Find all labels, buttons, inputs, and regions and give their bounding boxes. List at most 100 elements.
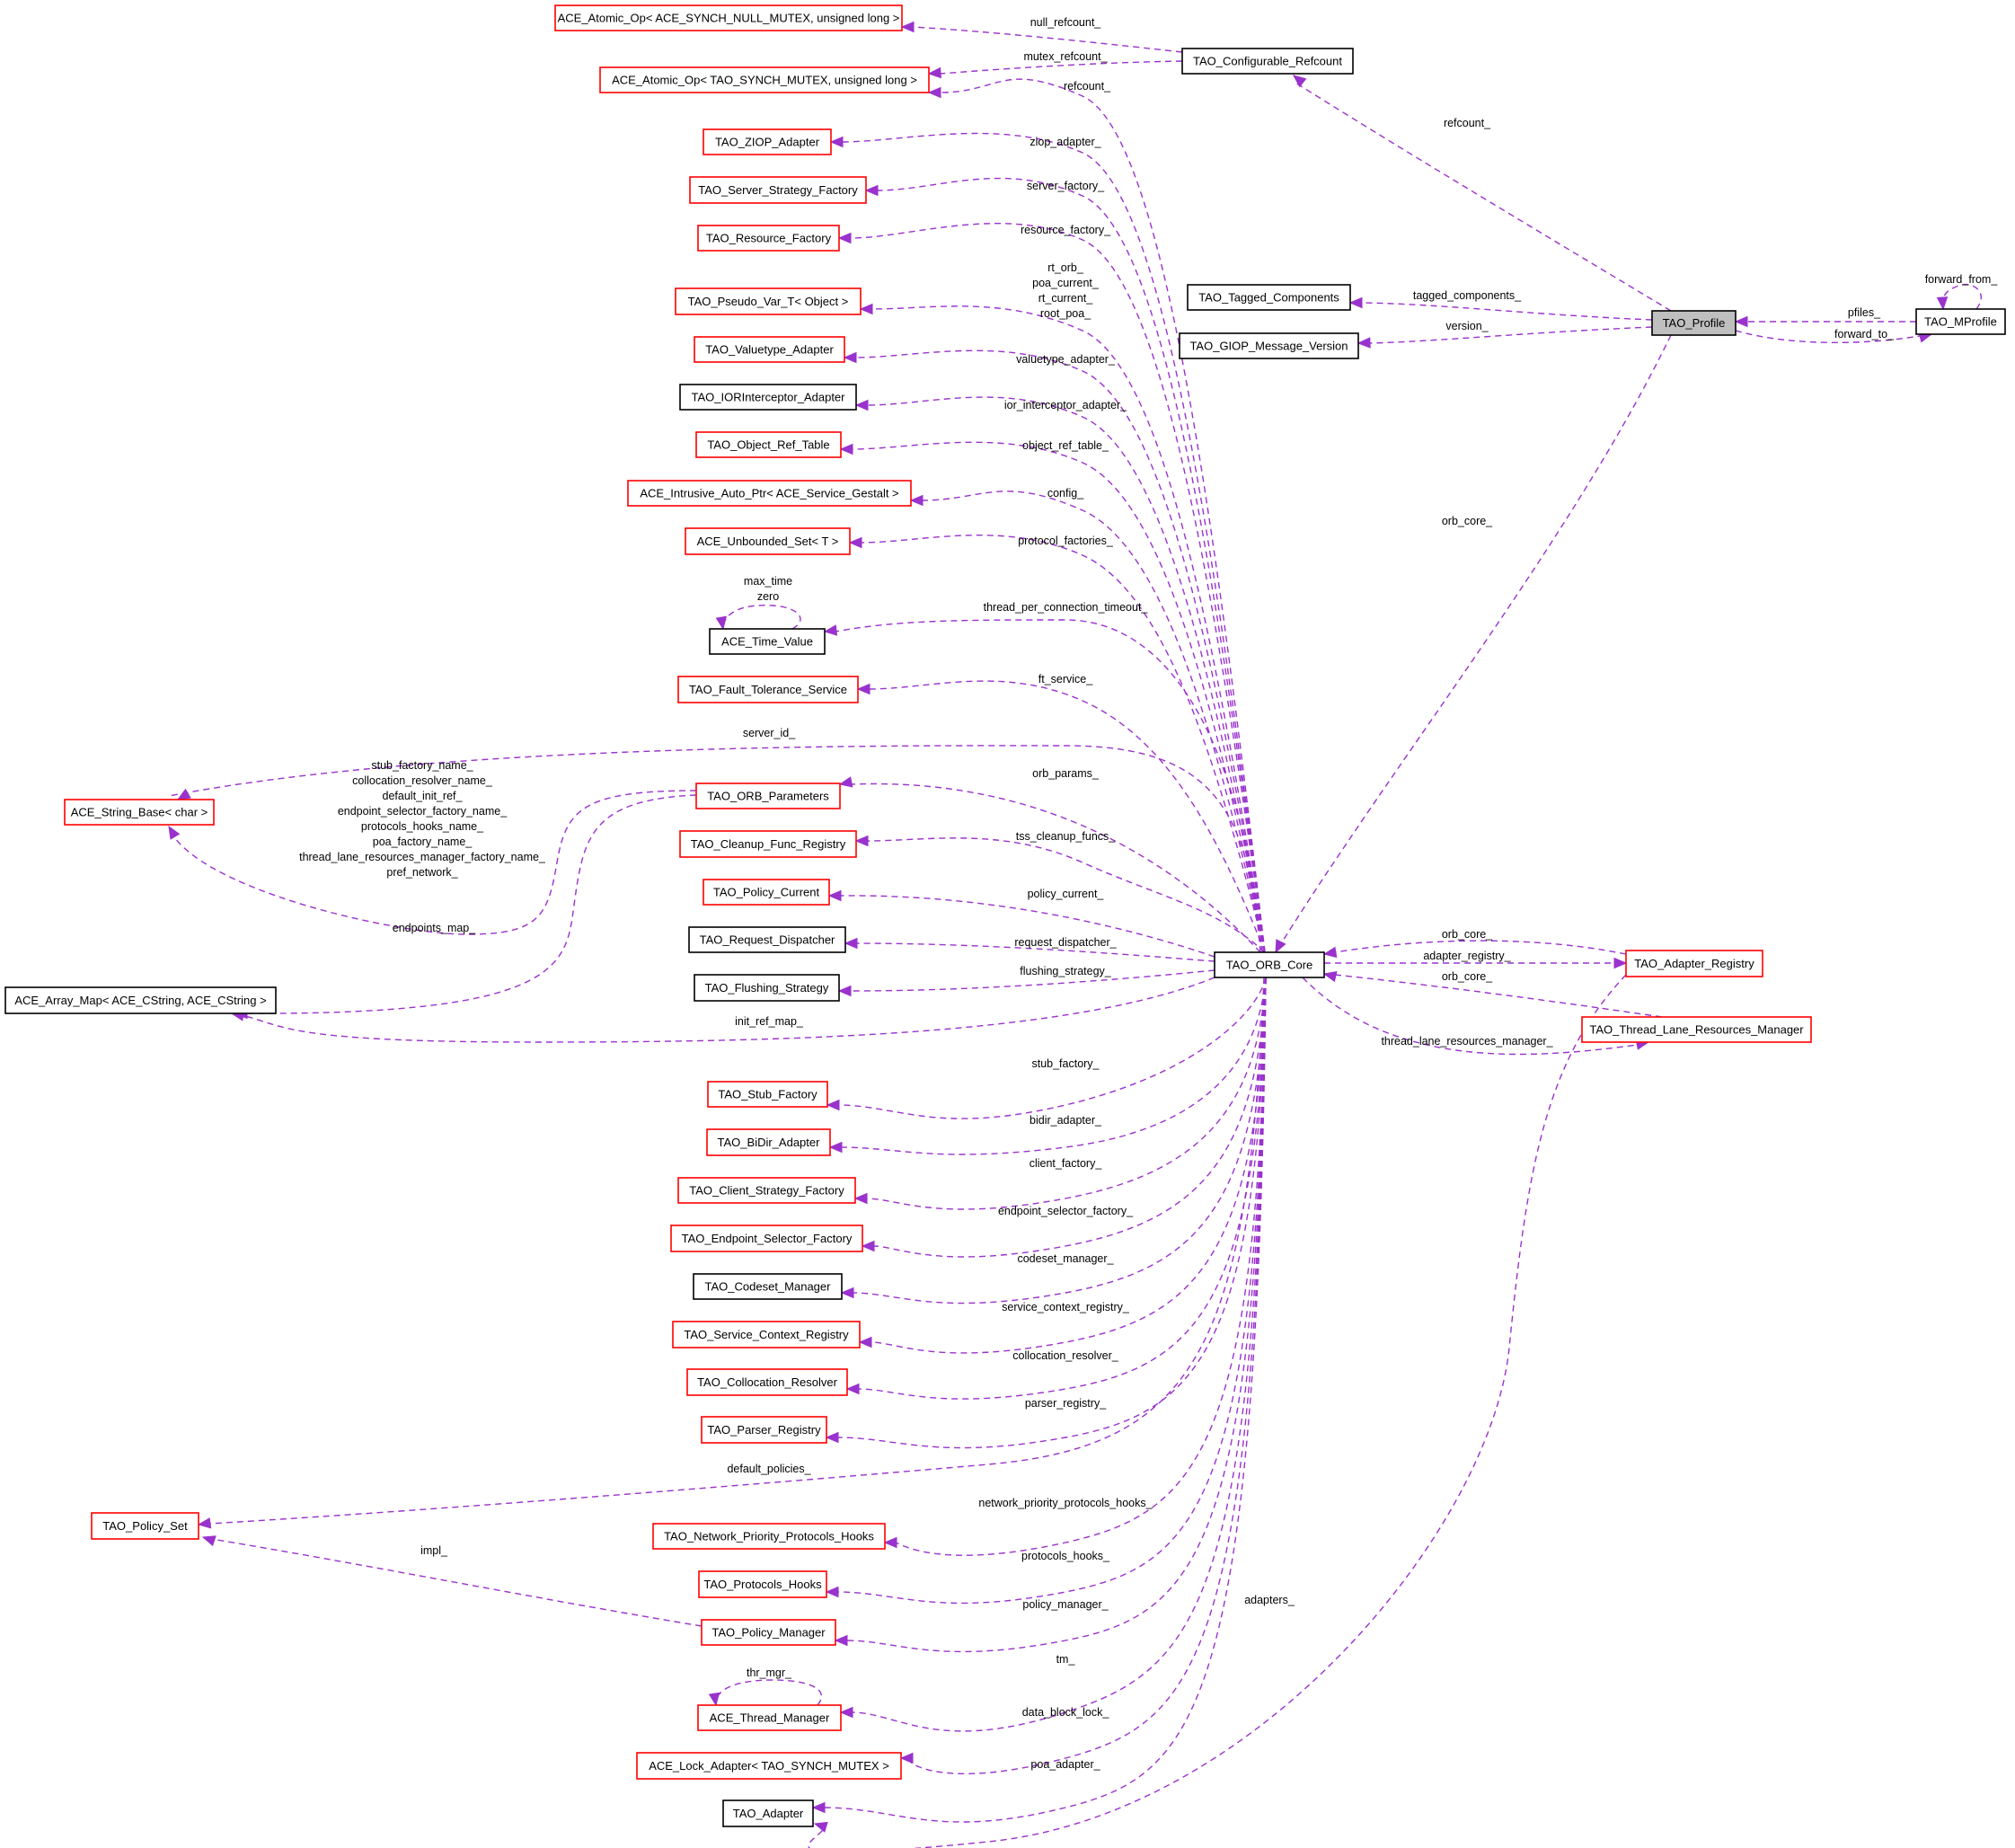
node-object-ref-table[interactable]: TAO_Object_Ref_Table xyxy=(695,431,842,458)
node-adapter-registry[interactable]: TAO_Adapter_Registry xyxy=(1625,950,1763,977)
edge-line xyxy=(722,605,801,630)
edge-label-flushing: flushing_strategy_ xyxy=(1020,965,1112,977)
arrowhead xyxy=(859,303,873,315)
node-intrusive-auto-ptr[interactable]: ACE_Intrusive_Auto_Ptr< ACE_Service_Gest… xyxy=(627,480,912,507)
node-parser-registry[interactable]: TAO_Parser_Registry xyxy=(701,1416,827,1444)
node-adapter[interactable]: TAO_Adapter xyxy=(722,1799,814,1827)
node-label: TAO_Adapter xyxy=(733,1807,804,1820)
arrowhead xyxy=(1936,296,1949,311)
node-bidir-adapter[interactable]: TAO_BiDir_Adapter xyxy=(706,1128,831,1156)
edge-line xyxy=(1735,330,1931,344)
edge-label-string-base: default_init_ref_ xyxy=(383,790,464,802)
arrowhead xyxy=(861,1240,875,1252)
edge-label-orb-params: orb_params_ xyxy=(1032,767,1100,780)
node-network-priority-protocols-hooks[interactable]: TAO_Network_Priority_Protocols_Hooks xyxy=(652,1523,886,1550)
node-policy-manager[interactable]: TAO_Policy_Manager xyxy=(701,1619,836,1646)
edge-label-tlrm: thread_lane_resources_manager_ xyxy=(1381,1035,1553,1048)
node-atomic-null[interactable]: ACE_Atomic_Op< ACE_SYNCH_NULL_MUTEX, uns… xyxy=(554,4,903,31)
arrowhead xyxy=(853,1192,868,1205)
node-label: TAO_Stub_Factory xyxy=(718,1088,817,1101)
node-label: TAO_ORB_Core xyxy=(1226,959,1313,972)
node-array-map[interactable]: ACE_Array_Map< ACE_CString, ACE_CString … xyxy=(4,986,277,1014)
node-thread-lane-resources-manager[interactable]: TAO_Thread_Lane_Resources_Manager xyxy=(1581,1016,1812,1043)
arrowhead xyxy=(811,1801,826,1814)
node-lock-adapter[interactable]: ACE_Lock_Adapter< TAO_SYNCH_MUTEX > xyxy=(636,1752,902,1780)
edge-label-string-base: pref_network_ xyxy=(386,866,458,879)
node-label: TAO_Endpoint_Selector_Factory xyxy=(682,1232,853,1245)
node-cleanup-func-registry[interactable]: TAO_Cleanup_Func_Registry xyxy=(679,830,857,858)
arrowhead xyxy=(927,86,941,99)
arrowhead xyxy=(708,1692,720,1707)
node-pseudo-var[interactable]: TAO_Pseudo_Var_T< Object > xyxy=(675,287,862,315)
node-label: TAO_IORInterceptor_Adapter xyxy=(691,391,845,404)
edge-line xyxy=(865,977,1267,1210)
arrowhead xyxy=(834,1634,848,1647)
node-policy-set[interactable]: TAO_Policy_Set xyxy=(91,1512,199,1540)
node-policy-current[interactable]: TAO_Policy_Current xyxy=(703,879,830,906)
node-resource-factory[interactable]: TAO_Resource_Factory xyxy=(697,225,840,252)
edge-label-string-base: stub_factory_name_ xyxy=(371,759,473,772)
edge-label-tss: tss_cleanup_funcs_ xyxy=(1016,830,1117,843)
node-label: TAO_Request_Dispatcher xyxy=(700,933,835,947)
arrowhead xyxy=(900,21,915,33)
node-string-base[interactable]: ACE_String_Base< char > xyxy=(64,799,215,826)
node-label: TAO_Protocols_Hooks xyxy=(703,1578,822,1591)
node-iorinterceptor-adapter[interactable]: TAO_IORInterceptor_Adapter xyxy=(679,384,857,411)
node-label: TAO_Tagged_Components xyxy=(1198,291,1339,305)
node-stub-factory[interactable]: TAO_Stub_Factory xyxy=(707,1081,828,1108)
node-label: TAO_Client_Strategy_Factory xyxy=(689,1184,844,1198)
node-label: TAO_Pseudo_Var_T< Object > xyxy=(688,295,849,308)
node-ziop-adapter[interactable]: TAO_ZIOP_Adapter xyxy=(703,128,832,155)
edge-label-pseudo: rt_current_ xyxy=(1038,292,1093,305)
node-fault-tolerance-service[interactable]: TAO_Fault_Tolerance_Service xyxy=(677,676,859,703)
node-profile[interactable]: TAO_Profile xyxy=(1651,310,1737,336)
node-endpoint-selector-factory[interactable]: TAO_Endpoint_Selector_Factory xyxy=(670,1225,863,1252)
node-giop-message-version[interactable]: TAO_GIOP_Message_Version xyxy=(1179,332,1359,359)
arrowhead xyxy=(1613,957,1628,969)
arrowhead xyxy=(1322,970,1338,983)
edge-label-pseudo: root_poa_ xyxy=(1040,307,1091,320)
node-client-strategy-factory[interactable]: TAO_Client_Strategy_Factory xyxy=(677,1177,856,1204)
arrowhead xyxy=(840,1287,854,1299)
node-service-context-registry[interactable]: TAO_Service_Context_Registry xyxy=(672,1321,861,1348)
edge-label-string-base: protocols_hooks_name_ xyxy=(361,820,484,833)
arrowhead xyxy=(1322,946,1338,959)
node-request-dispatcher[interactable]: TAO_Request_Dispatcher xyxy=(688,926,846,953)
node-collocation-resolver[interactable]: TAO_Collocation_Resolver xyxy=(686,1368,848,1396)
arrowhead xyxy=(843,351,857,364)
edge-label-tm: tm_ xyxy=(1056,1653,1076,1666)
edge-client xyxy=(853,977,1267,1210)
edge-label-tagged-components: tagged_components_ xyxy=(1413,289,1522,302)
edge-label-valuetype: valuetype_adapter_ xyxy=(1016,353,1116,366)
edge-objref xyxy=(839,441,1266,953)
node-label: ACE_Atomic_Op< TAO_SYNCH_MUTEX, unsigned… xyxy=(612,74,917,87)
edge-orb-core-tlrm xyxy=(1322,970,1663,1018)
node-tagged-components[interactable]: TAO_Tagged_Components xyxy=(1187,284,1351,311)
node-codeset-manager[interactable]: TAO_Codeset_Manager xyxy=(693,1273,843,1300)
node-orb-core[interactable]: TAO_ORB_Core xyxy=(1214,951,1325,978)
node-configurable-refcount[interactable]: TAO_Configurable_Refcount xyxy=(1181,48,1354,75)
edge-label-server: server_factory_ xyxy=(1027,180,1105,192)
node-orb-parameters[interactable]: TAO_ORB_Parameters xyxy=(695,783,841,809)
arrowhead xyxy=(1348,296,1363,309)
arrowhead xyxy=(1275,939,1286,954)
edge-mutex-refcount xyxy=(927,60,1183,79)
node-valuetype-adapter[interactable]: TAO_Valuetype_Adapter xyxy=(694,336,845,363)
edge-label-forward-from: forward_from_ xyxy=(1925,273,1999,286)
node-atomic-mutex[interactable]: ACE_Atomic_Op< TAO_SYNCH_MUTEX, unsigned… xyxy=(599,66,930,93)
node-label: TAO_Adapter_Registry xyxy=(1634,957,1754,970)
node-server-strategy-factory[interactable]: TAO_Server_Strategy_Factory xyxy=(689,176,867,204)
node-label: TAO_Valuetype_Adapter xyxy=(705,343,834,357)
node-protocols-hooks[interactable]: TAO_Protocols_Hooks xyxy=(698,1570,827,1598)
node-flushing-strategy[interactable]: TAO_Flushing_Strategy xyxy=(694,974,840,1002)
edge-label-dbl: data_block_lock_ xyxy=(1022,1706,1110,1719)
node-time-value[interactable]: ACE_Time_Value xyxy=(709,628,826,655)
node-label: TAO_Cleanup_Func_Registry xyxy=(691,837,846,851)
edge-label-client: client_factory_ xyxy=(1030,1157,1103,1170)
node-label: TAO_Fault_Tolerance_Service xyxy=(689,683,847,696)
node-mprofile[interactable]: TAO_MProfile xyxy=(1915,308,2006,335)
edge-dbl xyxy=(899,977,1267,1775)
edge-refcount_orb xyxy=(927,78,1266,953)
node-thread-manager[interactable]: ACE_Thread_Manager xyxy=(697,1704,842,1731)
node-unbounded-set[interactable]: ACE_Unbounded_Set< T > xyxy=(685,527,851,555)
